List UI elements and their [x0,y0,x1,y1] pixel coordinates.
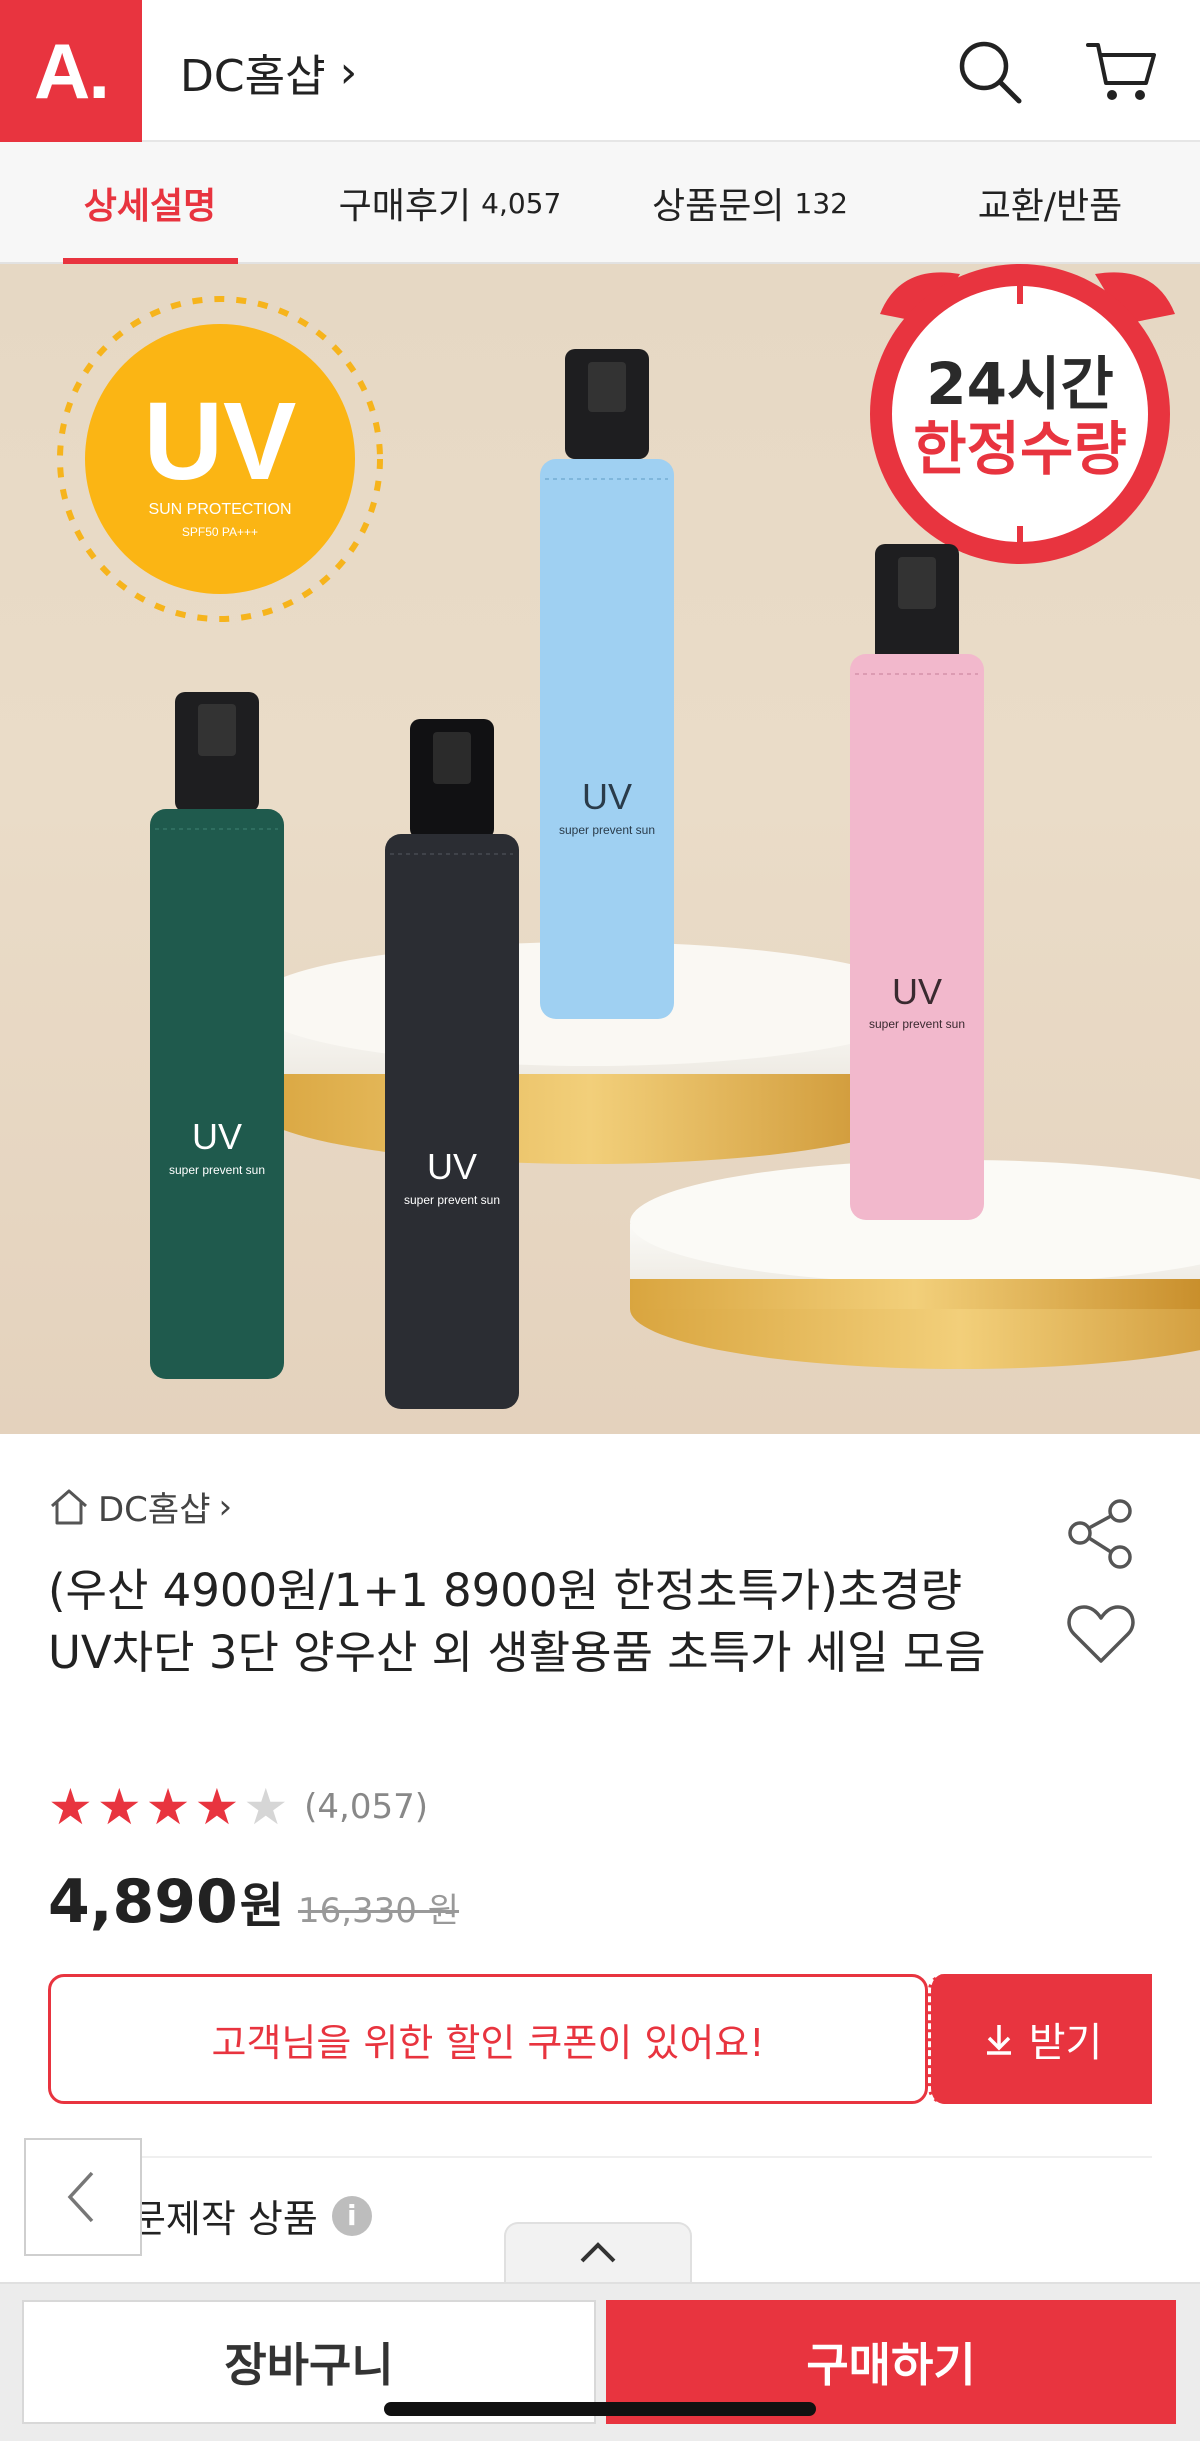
chevron-left-icon [67,2171,94,2223]
tab-label: 구매후기 [338,186,472,227]
timer-line1: 24시간 [926,350,1113,418]
store-name: DC홈샵 [98,1490,211,1530]
star-empty-icon: ★ [243,1778,289,1836]
sale-price: 4,890 [48,1867,238,1937]
chevron-up-icon [580,2242,616,2263]
timer-line2: 한정수량 [913,415,1126,483]
umbrella-blue: UV super prevent sun [540,349,674,1019]
home-icon [51,1489,87,1524]
coupon-download-button[interactable]: 받기 [928,1974,1152,2104]
chevron-right-icon: › [218,1486,233,1527]
price-row: 4,890 원 16,330 원 [48,1866,459,1937]
price-unit: 원 [239,1878,284,1934]
tab-label: 상품문의 [652,186,785,227]
tab-count: 132 [794,186,848,220]
coupon-message: 고객님을 위한 할인 쿠폰이 있어요! [211,2020,765,2065]
product-title: (우산 4900원/1+1 8900원 한정초특가)초경량 UV차단 3단 양우… [48,1564,986,1679]
detail-tabs: 상세설명 구매후기 4,057 상품문의 132 교환/반품 [0,142,1200,264]
app-logo[interactable]: A. [0,0,142,142]
umbrella-sub-text: super prevent sun [404,1193,500,1207]
top-header: A. DC홈샵 › [0,0,1200,142]
umbrella-uv-text: UV [892,971,942,1012]
tab-count: 4,057 [481,186,562,220]
star-icon: ★ [145,1778,191,1836]
umbrella-pink: UV super prevent sun [850,544,984,1220]
chevron-right-icon: › [339,46,358,98]
back-button[interactable] [24,2138,142,2256]
umbrella-sub-text: super prevent sun [559,823,655,837]
share-icon[interactable] [1062,1495,1140,1573]
tab-label: 교환/반품 [977,186,1123,227]
hero-illustration: UV SUN PROTECTION SPF50 PA+++ 24시간 한정수량 … [57,264,1200,1409]
tab-reviews[interactable]: 구매후기 4,057 [310,142,590,264]
tab-inquiries[interactable]: 상품문의 132 [620,142,880,264]
cart-icon[interactable] [1082,32,1162,112]
uv-badge: UV SUN PROTECTION SPF50 PA+++ [57,296,383,622]
rating-count: (4,057) [304,1787,429,1827]
umbrella-uv-text: UV [192,1116,242,1157]
expand-up-button[interactable] [504,2222,692,2282]
product-hero-image[interactable]: UV SUN PROTECTION SPF50 PA+++ 24시간 한정수량 … [0,264,1200,1434]
original-price: 16,330 원 [297,1891,460,1931]
rating-row[interactable]: ★ ★ ★ ★ ★ (4,057) [48,1782,428,1832]
download-icon [986,2025,1011,2055]
store-name: DC홈샵 [180,51,326,102]
heart-icon[interactable] [1062,1595,1140,1673]
home-indicator [384,2402,816,2416]
bottom-action-bar: 장바구니 구매하기 [0,2282,1200,2441]
umbrella-green: UV super prevent sun [150,692,284,1379]
coupon-button-label: 받기 [1028,2020,1103,2066]
limited-timer-badge: 24시간 한정수량 [870,264,1175,564]
tab-description[interactable]: 상세설명 [40,142,260,264]
coupon-banner[interactable]: 고객님을 위한 할인 쿠폰이 있어요! [48,1974,928,2104]
umbrella-black: UV super prevent sun [385,719,519,1409]
tab-label: 상세설명 [83,186,217,227]
store-row[interactable]: DC홈샵 › [48,1482,232,1531]
umbrella-sub-text: super prevent sun [169,1163,265,1177]
umbrella-uv-text: UV [427,1146,477,1187]
search-icon[interactable] [950,32,1030,112]
star-icon: ★ [96,1778,142,1836]
star-icon: ★ [194,1778,240,1836]
uv-badge-subtitle: SUN PROTECTION [148,501,291,518]
store-link[interactable]: DC홈샵 › [180,40,357,104]
tab-exchange-return[interactable]: 교환/반품 [940,142,1160,264]
uv-badge-text: UV [144,380,297,503]
divider [48,2156,1152,2158]
umbrella-uv-text: UV [582,776,632,817]
umbrella-sub-text: super prevent sun [869,1017,965,1031]
star-icon: ★ [48,1778,93,1836]
uv-badge-spf: SPF50 PA+++ [182,525,258,539]
info-icon[interactable]: i [331,2195,372,2236]
